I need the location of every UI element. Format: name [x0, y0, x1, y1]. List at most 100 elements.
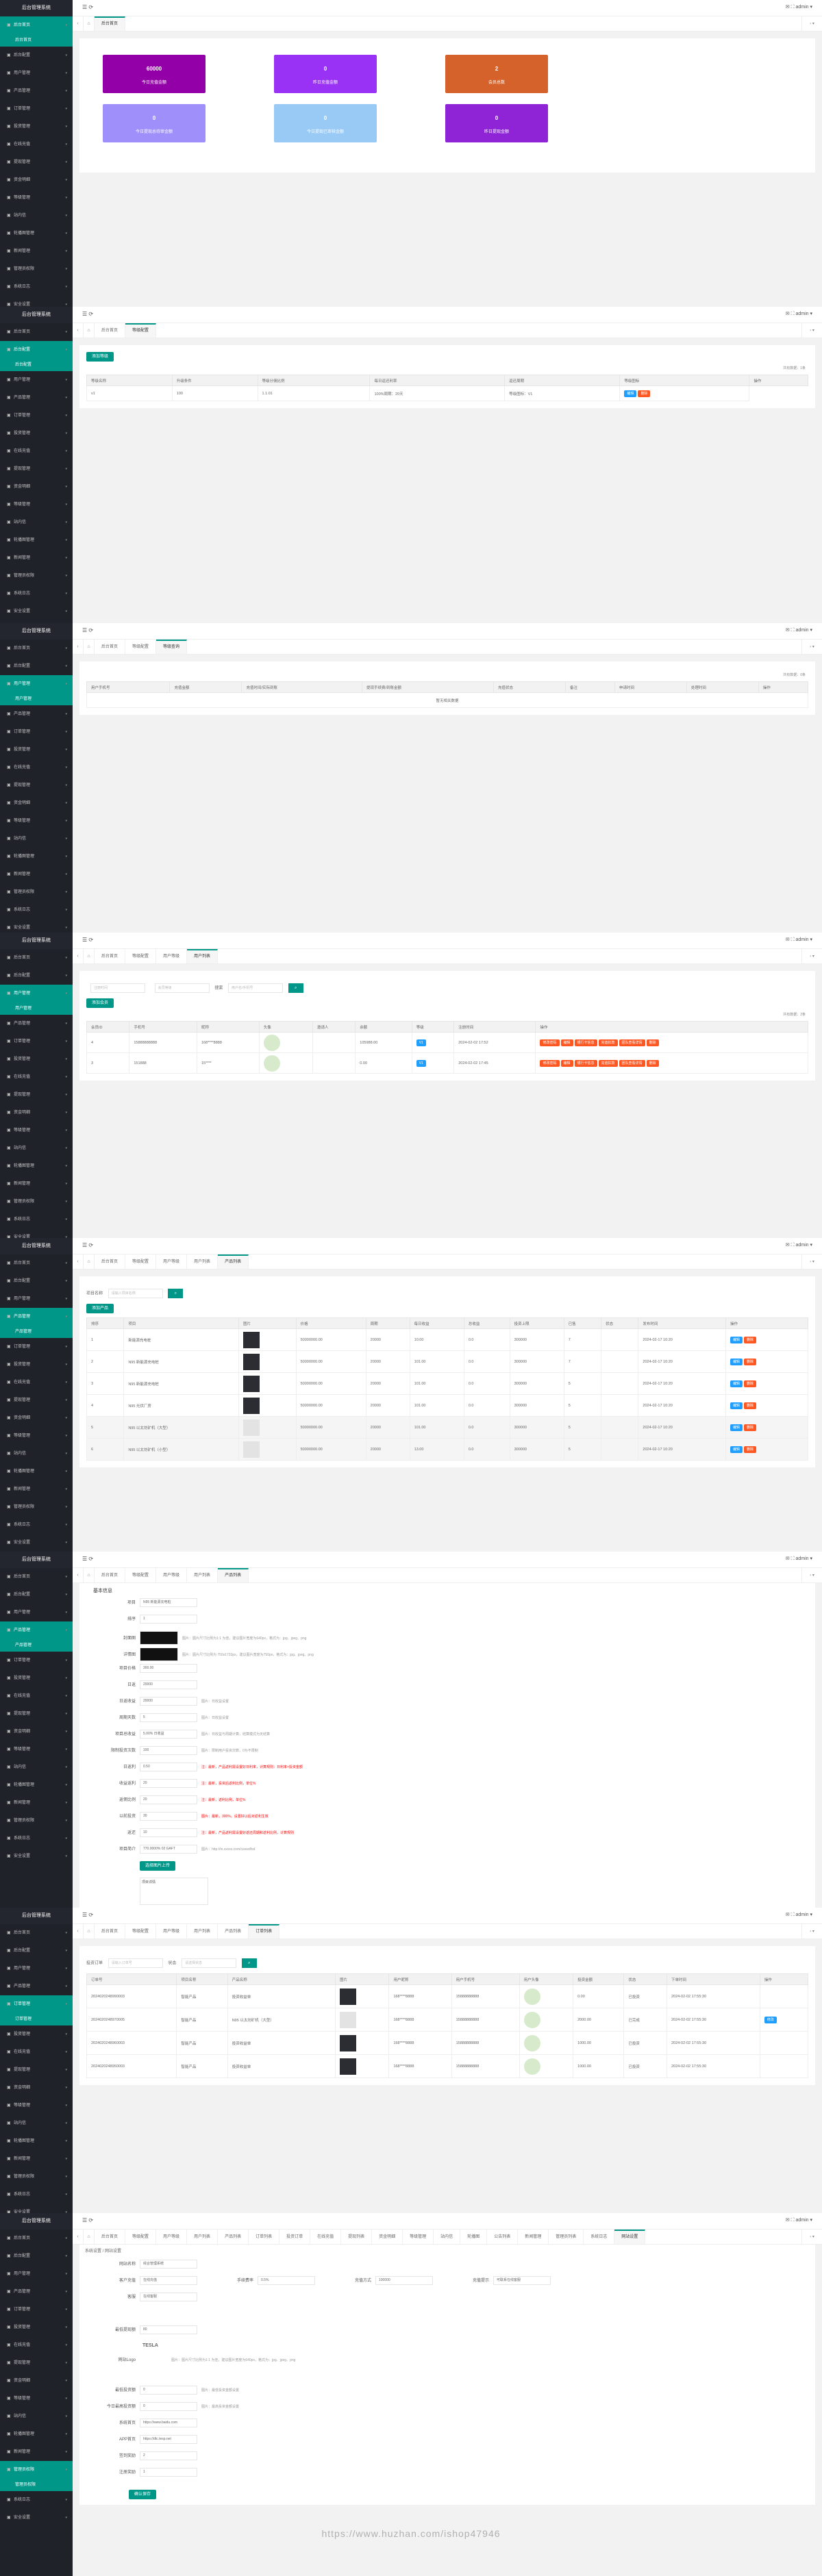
sidebar-item-8[interactable]: ▣ 资金明细 ▾ [0, 794, 73, 812]
sidebar-item-0[interactable]: ▣ 后台首页 ▾ [0, 1254, 73, 1272]
save-button[interactable]: 确认保存 [129, 2490, 157, 2499]
action-button[interactable]: 编辑 [560, 1059, 573, 1067]
tab-3[interactable]: 用户列表 [187, 2230, 219, 2244]
sidebar-item-12[interactable]: ▣ 新闻管理 ▾ [0, 866, 73, 883]
tab-5[interactable]: 订单列表 [249, 1924, 280, 1939]
field-input[interactable]: 300.00 [140, 1664, 197, 1673]
sidebar-item-4[interactable]: ▣ 订单管理 ▾ [0, 2301, 73, 2319]
field-input[interactable]: 综合管理系统 [140, 2260, 197, 2269]
sidebar-item-13[interactable]: ▣ 管理员权限 ▾ [0, 1193, 73, 1211]
stat-card[interactable]: 0 今日提现总待审金额 [103, 104, 206, 142]
field-input[interactable]: 0.50 [140, 1763, 197, 1771]
sidebar-item-1[interactable]: ▣ 后台配置 ▾ [0, 1586, 73, 1604]
tab-prev-icon[interactable]: ‹ [73, 949, 84, 963]
tab-next-icon[interactable]: › ▾ [801, 2230, 822, 2244]
user-menu[interactable]: ✉ ⛶ admin ▾ [786, 1556, 812, 1562]
sidebar-item-11[interactable]: ▣ 轮播图管理 ▾ [0, 531, 73, 549]
tab-16[interactable]: 系统日志 [584, 2230, 615, 2244]
tab-0[interactable]: 后台首页 [95, 1924, 126, 1939]
sidebar-item-4[interactable]: ▣ 订单管理 ▾ [0, 407, 73, 425]
tab-0[interactable]: 后台首页 [95, 1568, 126, 1582]
tab-prev-icon[interactable]: ‹ [73, 1568, 84, 1582]
sidebar-item-9[interactable]: ▣ 等级管理 ▾ [0, 189, 73, 207]
sidebar-item-13[interactable]: ▣ 管理员权限 ▾ [0, 1812, 73, 1830]
sidebar-item-1[interactable]: ▣ 后台配置 ▾ [0, 2247, 73, 2265]
product-search-input[interactable]: 请输入项目名称 [108, 1289, 163, 1298]
field-input[interactable]: 770.0000% 02 GAFT [140, 1845, 197, 1854]
sidebar-item-8[interactable]: ▣ 资金明细 ▾ [0, 2079, 73, 2097]
action-button[interactable]: 团队查看详情 [619, 1059, 645, 1067]
sidebar-item-3[interactable]: ▣ 产品管理 ▾ [0, 1621, 73, 1639]
sidebar-item-10[interactable]: ▣ 站内信 ▾ [0, 1139, 73, 1157]
edit-button[interactable]: 编辑 [730, 1336, 743, 1343]
stat-card[interactable]: 0 昨日充值金额 [274, 55, 377, 93]
sidebar-item-5[interactable]: ▣ 投资管理 ▾ [0, 1669, 73, 1687]
tab-6[interactable]: 投资订单 [279, 2230, 311, 2244]
tab-1[interactable]: 等级配置 [125, 949, 157, 963]
field-input[interactable]: 在线客服 [140, 2293, 197, 2301]
tab-1[interactable]: 等级配置 [125, 640, 157, 654]
sidebar-item-7[interactable]: ▣ 提现管理 ▾ [0, 2061, 73, 2079]
sidebar-item-5[interactable]: ▣ 投资管理 ▾ [0, 1356, 73, 1374]
sidebar-item-14[interactable]: ▣ 系统日志 ▾ [0, 278, 73, 296]
action-button[interactable]: 银行卡信息 [574, 1039, 597, 1046]
sidebar-subitem[interactable]: 后台配置 [0, 359, 73, 371]
edit-button[interactable]: 编辑 [730, 1402, 743, 1409]
sidebar-item-4[interactable]: ▣ 订单管理 ▾ [0, 1033, 73, 1050]
tab-1[interactable]: 等级配置 [125, 1924, 157, 1939]
sidebar-item-13[interactable]: ▣ 管理员权限 ▾ [0, 2168, 73, 2186]
sidebar-item-8[interactable]: ▣ 资金明细 ▾ [0, 2372, 73, 2390]
edit-button[interactable]: 编辑 [730, 1380, 743, 1387]
sidebar-item-14[interactable]: ▣ 系统日志 ▾ [0, 1516, 73, 1534]
sidebar-subitem[interactable]: 管理员权限 [0, 2479, 73, 2491]
sidebar-item-1[interactable]: ▣ 后台配置 ▾ [0, 341, 73, 359]
delete-button[interactable]: 删除 [744, 1402, 757, 1409]
menu-toggle-icon[interactable]: ☰ ⟳ [82, 311, 93, 317]
field-input[interactable]: 20000 [140, 1697, 197, 1706]
sidebar-item-10[interactable]: ▣ 站内信 ▾ [0, 1445, 73, 1463]
sidebar-item-1[interactable]: ▣ 后台配置 ▾ [0, 657, 73, 675]
tab-prev-icon[interactable]: ‹ [73, 16, 84, 31]
home-icon[interactable]: ⌂ [84, 323, 95, 338]
sidebar-item-9[interactable]: ▣ 等级管理 ▾ [0, 1741, 73, 1758]
sidebar-item-6[interactable]: ▣ 在线充值 ▾ [0, 1374, 73, 1391]
sidebar-item-7[interactable]: ▣ 提现管理 ▾ [0, 460, 73, 478]
home-icon[interactable]: ⌂ [84, 1568, 95, 1582]
tab-0[interactable]: 后台首页 [95, 1254, 126, 1269]
field-input[interactable]: 2 [140, 2451, 197, 2460]
menu-toggle-icon[interactable]: ☰ ⟳ [82, 4, 93, 10]
tab-3[interactable]: 用户列表 [187, 1254, 219, 1269]
sidebar-item-14[interactable]: ▣ 系统日志 ▾ [0, 2186, 73, 2204]
field-input[interactable]: 0 [140, 2386, 197, 2395]
sidebar-item-9[interactable]: ▣ 等级管理 ▾ [0, 1122, 73, 1139]
stat-card[interactable]: 2 会员总数 [445, 55, 548, 93]
sidebar-item-6[interactable]: ▣ 在线充值 ▾ [0, 2336, 73, 2354]
sidebar-item-8[interactable]: ▣ 资金明细 ▾ [0, 1409, 73, 1427]
sidebar-subitem[interactable]: 用户管理 [0, 1002, 73, 1015]
delete-button[interactable]: 删除 [744, 1424, 757, 1431]
sidebar-item-0[interactable]: ▣ 后台首页 ▾ [0, 2230, 73, 2247]
sidebar-item-13[interactable]: ▣ 管理员权限 ▾ [0, 567, 73, 585]
sidebar-item-0[interactable]: ▣ 后台首页 ▾ [0, 1924, 73, 1942]
sidebar-item-8[interactable]: ▣ 资金明细 ▾ [0, 1104, 73, 1122]
tab-3[interactable]: 用户列表 [187, 1568, 219, 1582]
sidebar-item-11[interactable]: ▣ 轮播图管理 ▾ [0, 1463, 73, 1480]
action-button[interactable]: 银行卡信息 [574, 1059, 597, 1067]
sidebar-subitem[interactable]: 订单管理 [0, 2013, 73, 2025]
sidebar-item-9[interactable]: ▣ 等级管理 ▾ [0, 812, 73, 830]
tab-0[interactable]: 后台首页 [95, 323, 126, 338]
sidebar-item-1[interactable]: ▣ 后台配置 ▾ [0, 47, 73, 64]
user-menu[interactable]: ✉ ⛶ admin ▾ [786, 1242, 812, 1248]
search-button[interactable]: ⌕ [168, 1289, 184, 1298]
sidebar-item-15[interactable]: ▣ 安全设置 ▾ [0, 296, 73, 307]
sidebar-item-2[interactable]: ▣ 用户管理 ▾ [0, 1290, 73, 1308]
sidebar-item-10[interactable]: ▣ 站内信 ▾ [0, 2114, 73, 2132]
tab-2[interactable]: 等级查询 [156, 640, 188, 654]
field-input[interactable]: 0.5% [258, 2276, 315, 2285]
sidebar-item-6[interactable]: ▣ 在线充值 ▾ [0, 2043, 73, 2061]
status-select[interactable]: 请选择状态 [182, 1958, 237, 1968]
tab-4[interactable]: 产品列表 [218, 1924, 249, 1939]
sidebar-item-4[interactable]: ▣ 订单管理 ▾ [0, 100, 73, 118]
sidebar-item-12[interactable]: ▣ 新闻管理 ▾ [0, 1480, 73, 1498]
sidebar-item-10[interactable]: ▣ 站内信 ▾ [0, 830, 73, 848]
